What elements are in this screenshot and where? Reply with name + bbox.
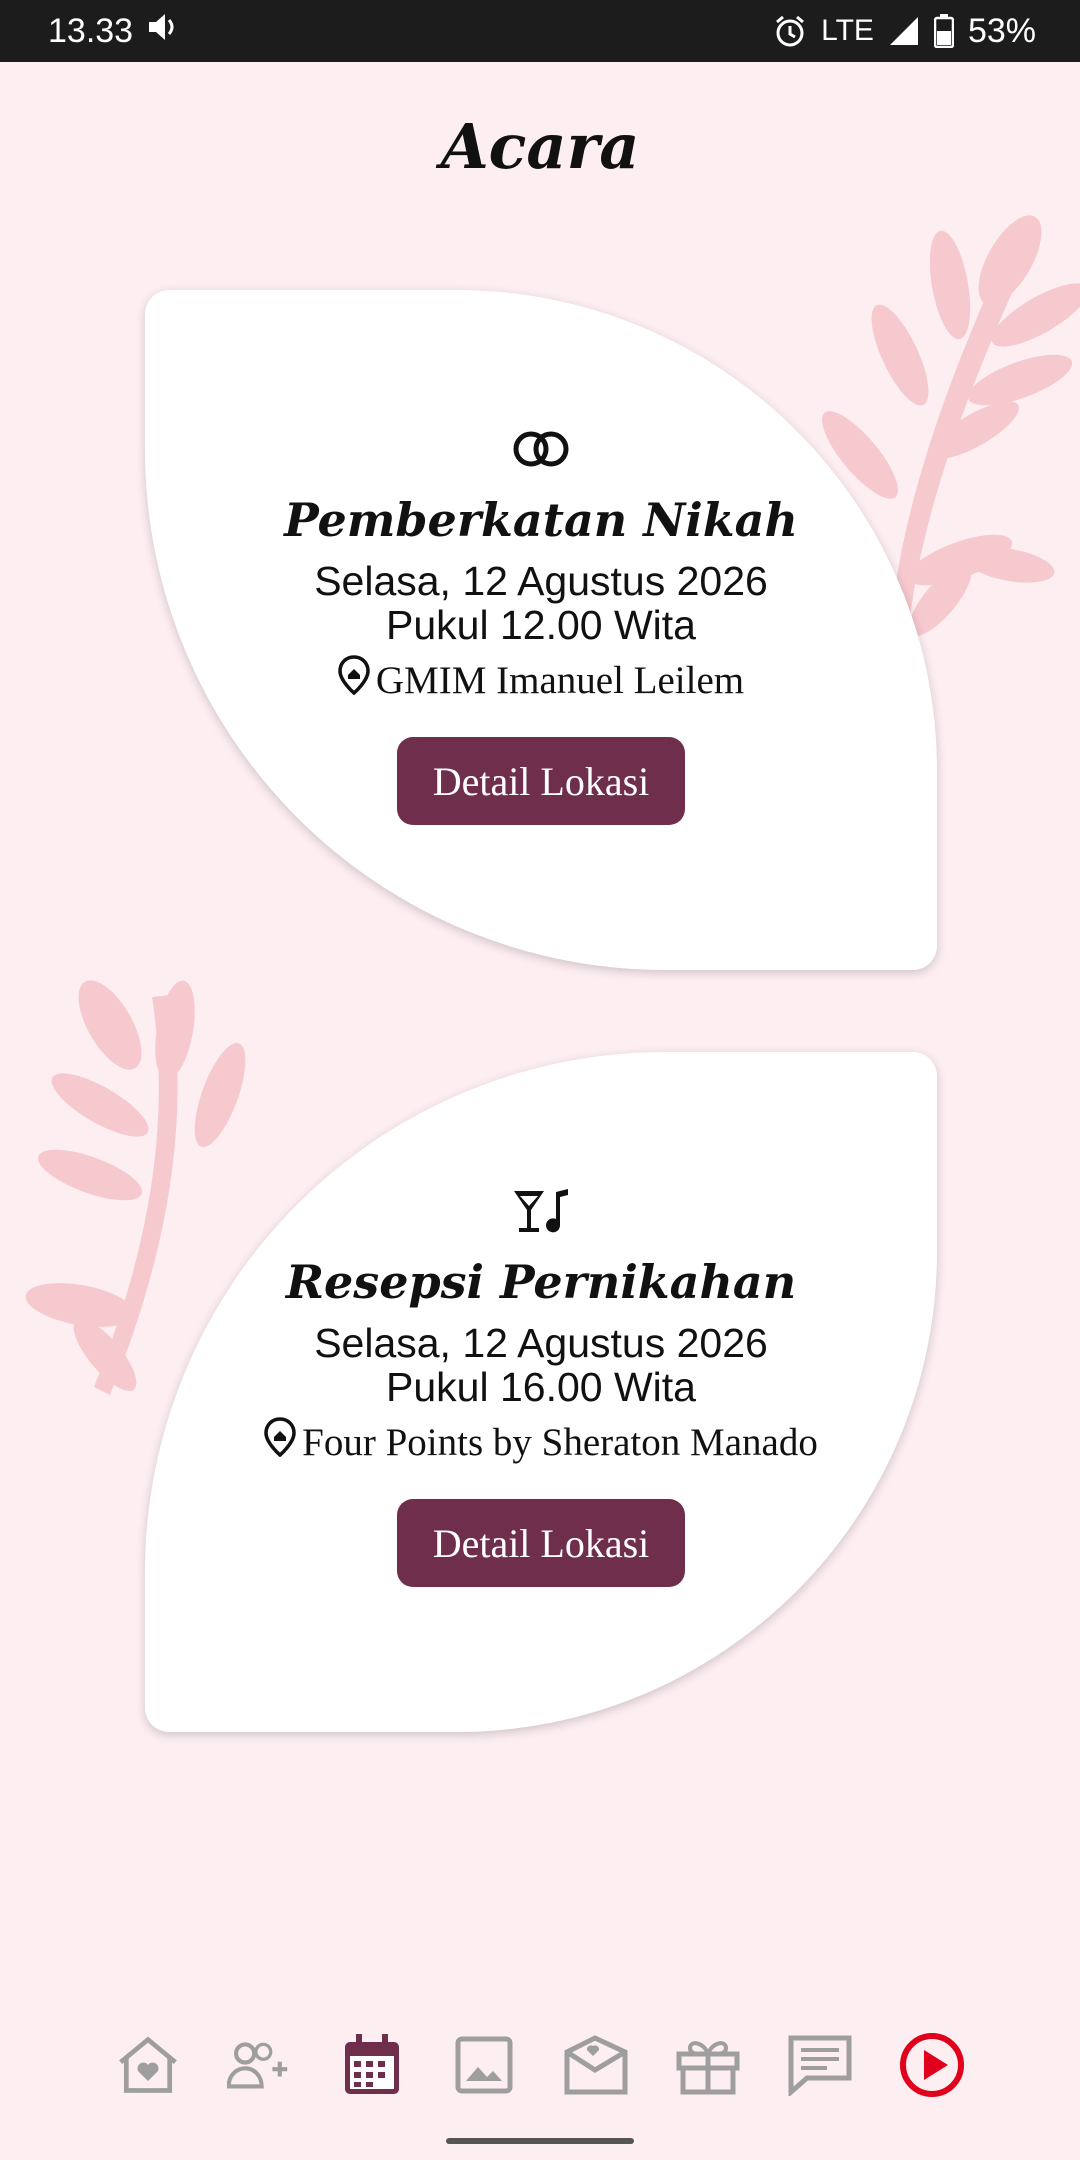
love-letter-icon[interactable] bbox=[563, 2032, 629, 2098]
volume-icon bbox=[147, 12, 181, 51]
event-title: Resepsi Pernikahan bbox=[285, 1255, 797, 1309]
event-date: Selasa, 12 Agustus 2026 bbox=[314, 558, 768, 604]
event-time: Pukul 12.00 Wita bbox=[386, 602, 696, 648]
event-date: Selasa, 12 Agustus 2026 bbox=[314, 1320, 768, 1366]
event-location-name: GMIM Imanuel Leilem bbox=[375, 658, 745, 702]
home-indicator[interactable] bbox=[446, 2138, 634, 2144]
gift-icon[interactable] bbox=[675, 2032, 741, 2098]
event-location-name: Four Points by Sheraton Manado bbox=[302, 1420, 818, 1464]
status-bar: 13.33 LTE 53% bbox=[0, 0, 1080, 62]
location-pin-icon bbox=[264, 1417, 296, 1467]
detail-location-button[interactable]: Detail Lokasi bbox=[397, 1499, 685, 1587]
event-title: Pemberkatan Nikah bbox=[284, 493, 798, 547]
bottom-navigation bbox=[0, 2010, 1080, 2120]
gallery-icon[interactable] bbox=[451, 2032, 517, 2098]
battery-level: 53% bbox=[967, 11, 1036, 50]
wedding-rings-icon bbox=[510, 425, 572, 473]
network-type: LTE bbox=[821, 14, 874, 47]
event-location: GMIM Imanuel Leilem bbox=[338, 655, 744, 705]
status-time: 13.33 bbox=[48, 11, 134, 50]
calendar-icon[interactable] bbox=[339, 2032, 405, 2098]
event-location: Four Points by Sheraton Manado bbox=[264, 1417, 818, 1467]
home-heart-icon[interactable] bbox=[115, 2032, 181, 2098]
signal-icon bbox=[888, 15, 920, 47]
cocktail-music-icon bbox=[512, 1187, 570, 1235]
event-time: Pukul 16.00 Wita bbox=[386, 1364, 696, 1410]
battery-icon bbox=[933, 14, 954, 48]
alarm-icon bbox=[773, 14, 807, 48]
page-title: Acara bbox=[440, 110, 640, 183]
add-guest-icon[interactable] bbox=[227, 2032, 293, 2098]
play-icon[interactable] bbox=[899, 2032, 965, 2098]
detail-location-button[interactable]: Detail Lokasi bbox=[397, 737, 685, 825]
message-icon[interactable] bbox=[787, 2032, 853, 2098]
location-pin-icon bbox=[338, 655, 370, 705]
